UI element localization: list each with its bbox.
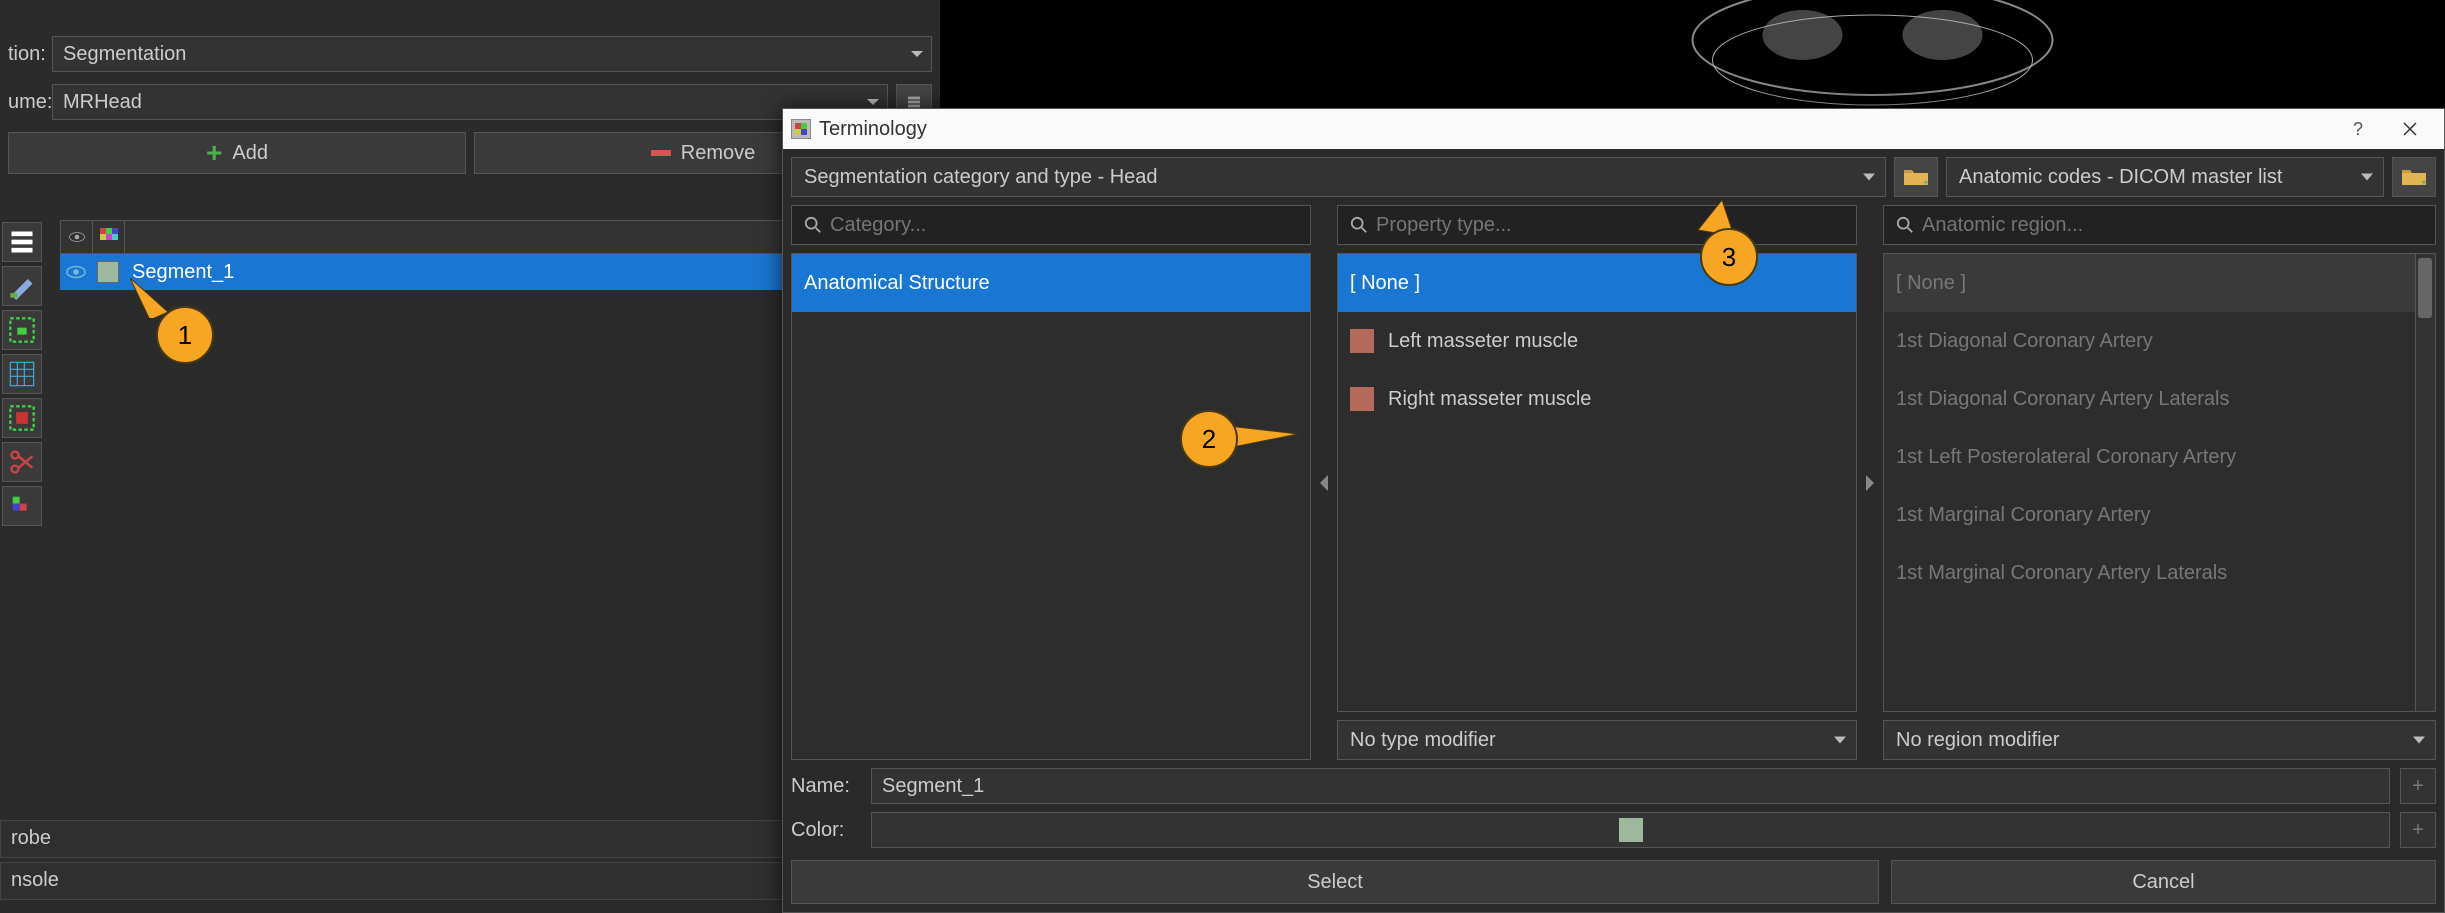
property-type-search[interactable] xyxy=(1337,205,1857,245)
callout-2-tail xyxy=(1228,420,1308,456)
tool-mask-button[interactable] xyxy=(2,398,42,438)
region-modifier-combo[interactable]: No region modifier xyxy=(1883,720,2436,760)
eye-icon[interactable] xyxy=(65,264,87,280)
segmentation-value: Segmentation xyxy=(63,43,186,66)
type-modifier-combo[interactable]: No type modifier xyxy=(1337,720,1857,760)
chevron-down-icon xyxy=(867,99,879,105)
name-input[interactable] xyxy=(871,768,2390,804)
region-item-none[interactable]: [ None ] xyxy=(1884,254,2435,312)
region-item[interactable]: 1st Marginal Coronary Artery xyxy=(1884,486,2435,544)
folder-icon: + xyxy=(2401,167,2427,187)
volume-label: ume: xyxy=(8,91,44,114)
tool-tetris-button[interactable] xyxy=(2,486,42,526)
tool-grid-button[interactable] xyxy=(2,354,42,394)
add-button-label: Add xyxy=(232,142,268,165)
svg-text:+: + xyxy=(2421,178,2427,187)
chevron-down-icon xyxy=(911,51,923,57)
region-item[interactable]: 1st Marginal Coronary Artery Laterals xyxy=(1884,544,2435,602)
chevron-left-icon xyxy=(1320,475,1328,491)
region-item[interactable]: 1st Diagonal Coronary Artery Laterals xyxy=(1884,370,2435,428)
property-item-none[interactable]: [ None ] xyxy=(1338,254,1856,312)
callout-1: 1 xyxy=(156,306,214,364)
chevron-down-icon xyxy=(1834,737,1846,744)
splitter-left[interactable] xyxy=(1319,205,1329,760)
minus-icon xyxy=(651,150,671,156)
help-button[interactable]: ? xyxy=(2332,109,2384,149)
property-item[interactable]: Left masseter muscle xyxy=(1338,312,1856,370)
splitter-right[interactable] xyxy=(1865,205,1875,760)
color-swatch xyxy=(1619,818,1643,842)
color-picker[interactable] xyxy=(871,812,2390,848)
scrollbar[interactable] xyxy=(2415,254,2435,711)
close-icon xyxy=(2402,121,2418,137)
property-item[interactable]: Right masseter muscle xyxy=(1338,370,1856,428)
segment-color-chip[interactable] xyxy=(97,261,119,283)
name-aux-button[interactable]: + xyxy=(2400,768,2436,804)
remove-button-label: Remove xyxy=(681,142,755,165)
category-list[interactable]: Anatomical Structure xyxy=(791,253,1311,760)
search-icon xyxy=(1350,216,1368,234)
visibility-header[interactable] xyxy=(61,221,93,253)
category-type-combo[interactable]: Segmentation category and type - Head xyxy=(791,157,1886,197)
search-icon xyxy=(1896,216,1914,234)
chevron-down-icon xyxy=(1863,174,1875,181)
select-button[interactable]: Select xyxy=(791,860,1879,904)
region-item[interactable]: 1st Left Posterolateral Coronary Artery xyxy=(1884,428,2435,486)
chevron-down-icon xyxy=(2413,737,2425,744)
app-icon xyxy=(791,119,811,139)
color-aux-button[interactable]: + xyxy=(2400,812,2436,848)
segmentation-label: tion: xyxy=(8,43,44,66)
category-item[interactable]: Anatomical Structure xyxy=(792,254,1310,312)
scroll-thumb[interactable] xyxy=(2418,258,2432,318)
property-type-list[interactable]: [ None ] Left masseter muscle Right mass… xyxy=(1337,253,1857,712)
anatomic-codes-combo[interactable]: Anatomic codes - DICOM master list xyxy=(1946,157,2384,197)
svg-text:+: + xyxy=(1923,178,1929,187)
add-button[interactable]: + Add xyxy=(8,132,466,174)
cancel-button[interactable]: Cancel xyxy=(1891,860,2436,904)
tool-slab-button[interactable] xyxy=(2,222,42,262)
property-color-swatch xyxy=(1350,329,1374,353)
terminology-dialog: Terminology ? Segmentation category and … xyxy=(782,108,2445,913)
chevron-right-icon xyxy=(1866,475,1874,491)
tool-region-button[interactable] xyxy=(2,310,42,350)
dialog-title: Terminology xyxy=(819,118,927,141)
search-icon xyxy=(804,216,822,234)
open-anatomic-file-button[interactable]: + xyxy=(2392,157,2436,197)
dialog-titlebar[interactable]: Terminology ? xyxy=(783,109,2444,149)
callout-2: 2 xyxy=(1180,410,1238,468)
category-search[interactable] xyxy=(791,205,1311,245)
color-header[interactable] xyxy=(93,221,125,253)
volume-combo[interactable]: MRHead xyxy=(52,84,888,120)
category-search-input[interactable] xyxy=(830,214,1298,237)
color-label: Color: xyxy=(791,819,861,842)
tool-paint-button[interactable] xyxy=(2,266,42,306)
region-item[interactable]: 1st Diagonal Coronary Artery xyxy=(1884,312,2435,370)
anatomic-region-list[interactable]: [ None ] 1st Diagonal Coronary Artery 1s… xyxy=(1883,253,2436,712)
callout-3: 3 xyxy=(1700,228,1758,286)
property-type-search-input[interactable] xyxy=(1376,214,1844,237)
anatomic-region-search[interactable] xyxy=(1883,205,2436,245)
volume-value: MRHead xyxy=(63,91,142,114)
name-label: Name: xyxy=(791,775,861,798)
plus-icon: + xyxy=(206,137,222,169)
anatomic-region-search-input[interactable] xyxy=(1922,214,2423,237)
property-color-swatch xyxy=(1350,387,1374,411)
folder-icon: + xyxy=(1903,167,1929,187)
open-terminology-file-button[interactable]: + xyxy=(1894,157,1938,197)
segmentation-combo[interactable]: Segmentation xyxy=(52,36,932,72)
chevron-down-icon xyxy=(2361,174,2373,181)
close-button[interactable] xyxy=(2384,109,2436,149)
tool-strip xyxy=(0,220,44,528)
tool-scissors-button[interactable] xyxy=(2,442,42,482)
